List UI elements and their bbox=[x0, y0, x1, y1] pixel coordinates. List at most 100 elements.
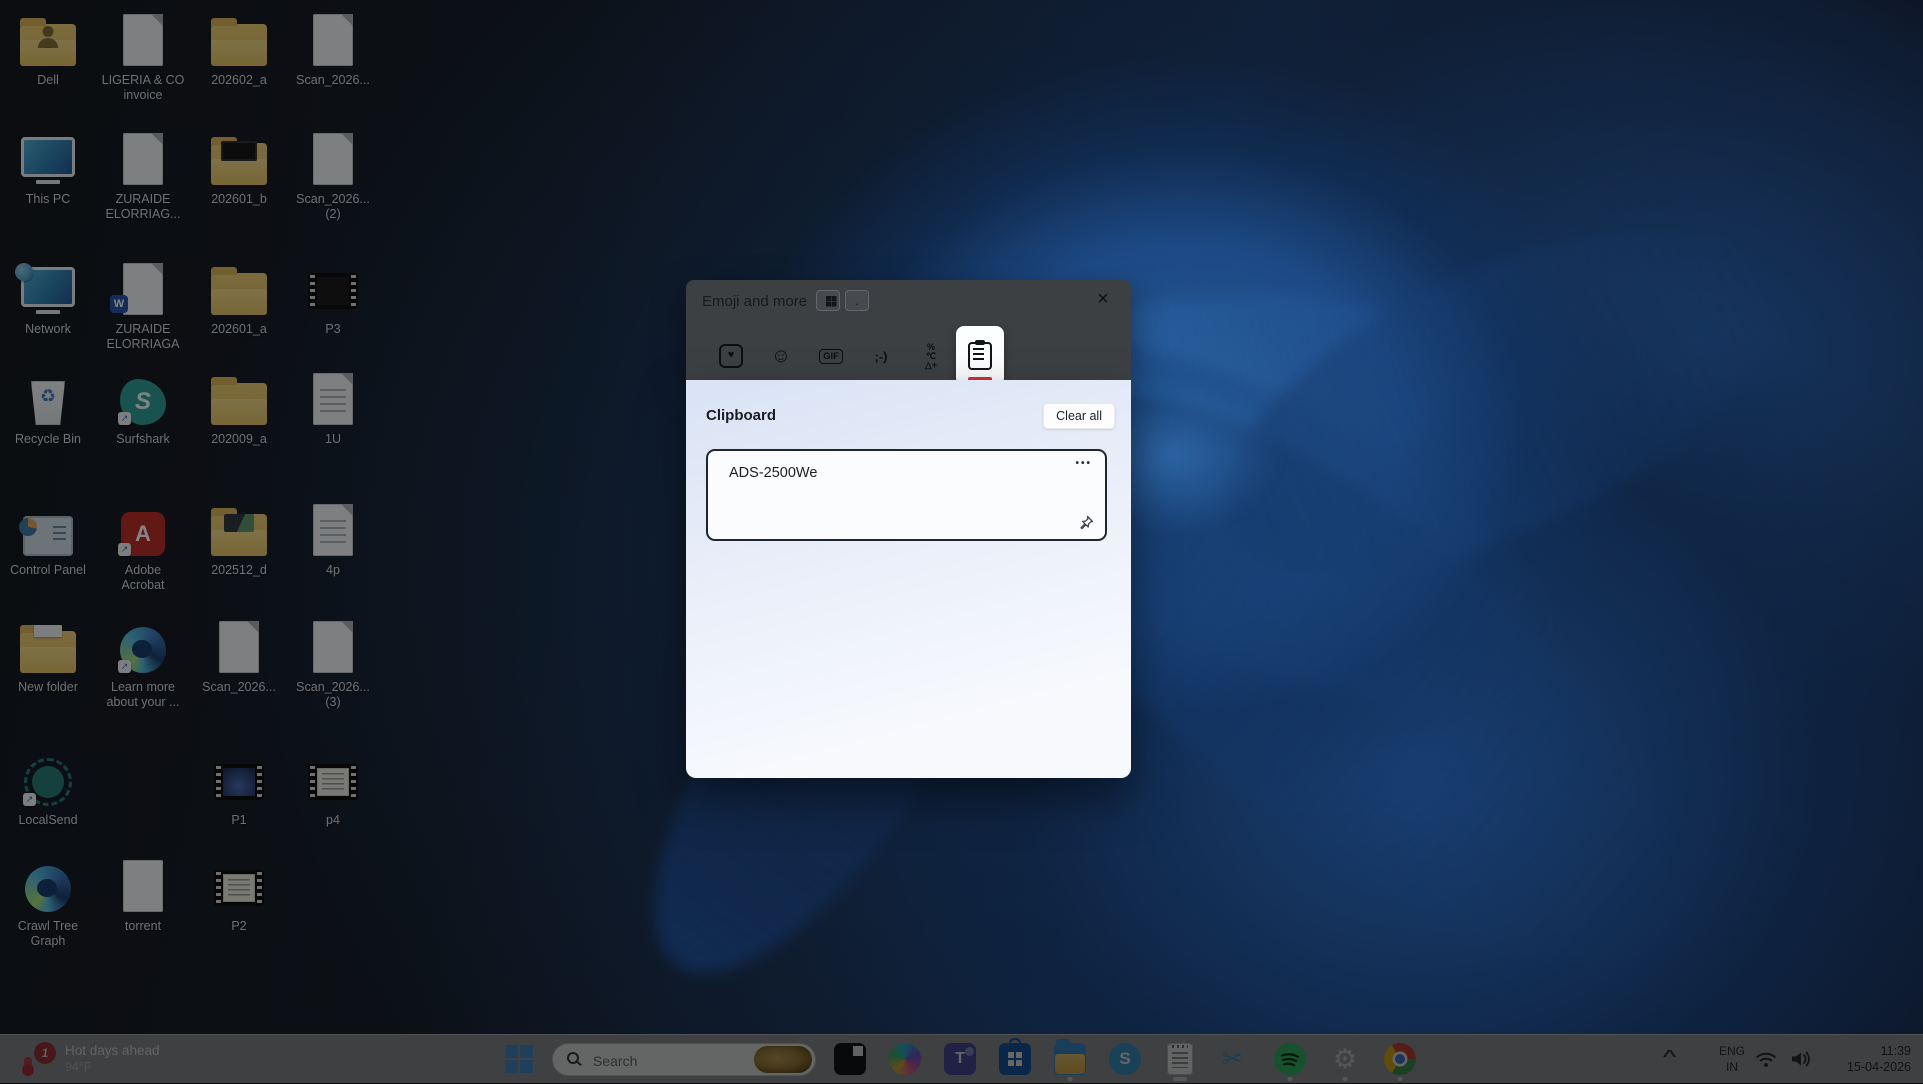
desktop-icon-1u[interactable]: 1U bbox=[286, 371, 380, 447]
weather-widget[interactable]: 1 Hot days ahead 94°F bbox=[22, 1039, 160, 1079]
desktop-icon-zuraide[interactable]: ZURAIDE ELORRIAG... bbox=[96, 131, 190, 222]
tab-gif[interactable]: GIF bbox=[806, 332, 856, 380]
tab-emoji[interactable]: ☺ bbox=[756, 332, 806, 380]
language-line1: ENG bbox=[1719, 1043, 1745, 1059]
search-highlight-image[interactable] bbox=[754, 1046, 812, 1073]
desktop-icon-202601-b[interactable]: 202601_b bbox=[192, 131, 286, 207]
desktop-icon-dell[interactable]: Dell bbox=[1, 12, 95, 88]
folder-media-icon bbox=[192, 131, 286, 187]
tray-chevron-icon[interactable]: ^ bbox=[1662, 1048, 1676, 1066]
teams-icon[interactable] bbox=[938, 1036, 982, 1082]
desktop-icon-label: ZURAIDE ELORRIAG... bbox=[96, 192, 190, 222]
desktop-icon-label: Scan_2026... (2) bbox=[286, 192, 380, 222]
desktop-icon-this-pc[interactable]: This PC bbox=[1, 131, 95, 207]
settings-icon[interactable] bbox=[1323, 1036, 1367, 1082]
folder-icon bbox=[192, 261, 286, 317]
thermometer-icon bbox=[24, 1057, 32, 1072]
desktop-icon-p4[interactable]: p4 bbox=[286, 752, 380, 828]
copilot-icon[interactable] bbox=[883, 1036, 927, 1082]
desktop-icon-new-folder[interactable]: New folder bbox=[1, 619, 95, 695]
controlpanel-icon bbox=[1, 502, 95, 558]
language-indicator[interactable]: ENG IN bbox=[1719, 1043, 1745, 1075]
desktop-icon-zuraide[interactable]: WZURAIDE ELORRIAGA bbox=[96, 261, 190, 352]
search-box[interactable] bbox=[552, 1043, 816, 1076]
desktop-icon-p3[interactable]: P3 bbox=[286, 261, 380, 337]
volume-icon[interactable] bbox=[1790, 1050, 1814, 1073]
start-button[interactable] bbox=[503, 1044, 535, 1074]
shortcut-arrow-icon: ↗ bbox=[23, 793, 36, 806]
desktop-icon-p2[interactable]: P2 bbox=[192, 858, 286, 934]
close-icon[interactable]: × bbox=[1089, 285, 1117, 313]
symbols-tab-icon: %℃ △+ bbox=[922, 343, 940, 370]
desktop-icon-scan-2026-[interactable]: Scan_2026... bbox=[192, 619, 286, 695]
desktop-icon-label: Scan_2026... bbox=[192, 680, 286, 695]
doc-icon bbox=[286, 12, 380, 68]
acrobat-icon: A↗ bbox=[96, 502, 190, 558]
wifi-icon[interactable] bbox=[1755, 1051, 1777, 1073]
desktop-icon-recycle-bin[interactable]: ♻Recycle Bin bbox=[1, 371, 95, 447]
desktop-icon-4p[interactable]: 4p bbox=[286, 502, 380, 578]
film-doc-icon bbox=[192, 858, 286, 914]
tab-kaomoji[interactable]: ;-) bbox=[856, 332, 906, 380]
notepad-icon[interactable] bbox=[1158, 1036, 1202, 1082]
shortcut-arrow-icon: ↗ bbox=[118, 660, 131, 673]
localsend-icon: ↗ bbox=[1, 752, 95, 808]
film-blue-icon bbox=[192, 752, 286, 808]
desktop-icon-label: 202512_d bbox=[192, 563, 286, 578]
desktop-icon-scan-2026-[interactable]: Scan_2026... bbox=[286, 12, 380, 88]
taskbar-apps bbox=[828, 1036, 1422, 1084]
desktop-icon-label: Dell bbox=[1, 73, 95, 88]
tab-clipboard[interactable] bbox=[956, 326, 1004, 386]
desktop-icon-label: 202602_a bbox=[192, 73, 286, 88]
pin-icon[interactable] bbox=[1077, 514, 1095, 532]
tray-date: 15-04-2026 bbox=[1847, 1059, 1911, 1075]
running-indicator bbox=[1288, 1077, 1293, 1081]
explorer-icon[interactable] bbox=[1048, 1036, 1092, 1082]
desktop-icon-scan-2026-[interactable]: Scan_2026... (3) bbox=[286, 619, 380, 710]
desktop-icon-adobe[interactable]: A↗Adobe Acrobat bbox=[96, 502, 190, 593]
weather-headline: Hot days ahead bbox=[65, 1043, 160, 1059]
clear-all-button[interactable]: Clear all bbox=[1043, 403, 1115, 429]
chrome-icon[interactable] bbox=[1378, 1036, 1422, 1082]
snip-icon[interactable] bbox=[1213, 1036, 1257, 1082]
desktop-icon-torrent[interactable]: torrent bbox=[96, 858, 190, 934]
spotify-icon[interactable] bbox=[1268, 1036, 1312, 1082]
desktop-icon-ligeria-co[interactable]: LIGERIA & CO invoice bbox=[96, 12, 190, 103]
desktop-icon-network[interactable]: Network bbox=[1, 261, 95, 337]
desktop-icon-202602-a[interactable]: 202602_a bbox=[192, 12, 286, 88]
desktop-icon-label: 4p bbox=[286, 563, 380, 578]
desktop-icon-localsend[interactable]: ↗ LocalSend bbox=[1, 752, 95, 828]
desktop-icon-surfshark[interactable]: S↗Surfshark bbox=[96, 371, 190, 447]
desktop-icon-202009-a[interactable]: 202009_a bbox=[192, 371, 286, 447]
panel-title: Emoji and more bbox=[702, 293, 807, 310]
folder-icon bbox=[192, 12, 286, 68]
clipboard-item-text: ADS-2500We bbox=[729, 465, 817, 481]
desktop-icon-control-panel[interactable]: Control Panel bbox=[1, 502, 95, 578]
desktop-icon-p1[interactable]: P1 bbox=[192, 752, 286, 828]
desktop-icon-label: LocalSend bbox=[1, 813, 95, 828]
tab-symbols[interactable]: %℃ △+ bbox=[906, 332, 956, 380]
desktop-icon-202512-d[interactable]: 202512_d bbox=[192, 502, 286, 578]
doc-icon bbox=[286, 619, 380, 675]
search-input[interactable] bbox=[591, 1044, 745, 1077]
desktop-icon-label: Scan_2026... (3) bbox=[286, 680, 380, 710]
more-options-icon[interactable]: ••• bbox=[1075, 458, 1092, 469]
skype-icon[interactable] bbox=[1103, 1036, 1147, 1082]
clipboard-item[interactable]: ADS-2500We ••• bbox=[706, 449, 1107, 541]
desktop-icon-label: P2 bbox=[192, 919, 286, 934]
store-icon[interactable] bbox=[993, 1036, 1037, 1082]
surfshark-icon: S↗ bbox=[96, 371, 190, 427]
edge-icon bbox=[1, 858, 95, 914]
tab-recent[interactable]: ♥ bbox=[706, 332, 756, 380]
kaomoji-tab-icon: ;-) bbox=[875, 349, 888, 364]
doc-lines-icon bbox=[286, 371, 380, 427]
desktop-icon-learn-more[interactable]: ↗Learn more about your ... bbox=[96, 619, 190, 710]
running-indicator bbox=[1068, 1077, 1073, 1081]
desktop-icon-crawl-tree[interactable]: Crawl Tree Graph bbox=[1, 858, 95, 949]
film-doc-icon bbox=[286, 752, 380, 808]
clipboard-title: Clipboard bbox=[706, 407, 776, 424]
clock[interactable]: 11:39 15-04-2026 bbox=[1847, 1043, 1911, 1075]
desktop-icon-202601-a[interactable]: 202601_a bbox=[192, 261, 286, 337]
desktop-icon-scan-2026-[interactable]: Scan_2026... (2) bbox=[286, 131, 380, 222]
l-app-icon[interactable] bbox=[828, 1036, 872, 1082]
